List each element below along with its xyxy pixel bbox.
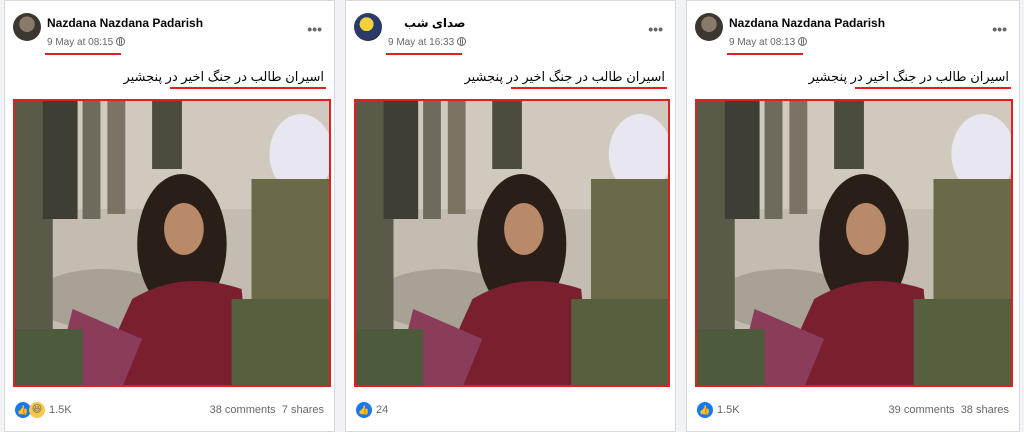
post-meta: 9 May at 08:13 (729, 37, 808, 48)
shares-count[interactable]: 7 shares (282, 404, 324, 416)
avatar[interactable] (695, 13, 723, 41)
more-options-button[interactable]: ••• (307, 21, 322, 37)
post-footer: 👍 😆 1.5K 38 comments 7 shares (5, 399, 334, 423)
avatar[interactable] (13, 13, 41, 41)
timestamp-highlight (45, 53, 121, 55)
post-footer: 👍 24 (346, 399, 675, 423)
post-card-3: Nazdana Nazdana Padarish 9 May at 08:13 … (686, 0, 1020, 432)
post-caption: اسیران طالب در جنگ اخیر در پنجشیر (123, 69, 324, 84)
reactions-count[interactable]: 1.5K (717, 404, 740, 416)
globe-icon (457, 37, 467, 46)
post-header: Nazdana Nazdana Padarish 9 May at 08:15 … (5, 1, 334, 61)
comments-count[interactable]: 39 comments (889, 404, 955, 416)
author-name[interactable]: Nazdana Nazdana Padarish (47, 16, 203, 30)
engagement-stats: 39 comments 38 shares (889, 404, 1009, 416)
haha-icon: 😆 (29, 402, 45, 418)
post-header: Nazdana Nazdana Padarish 9 May at 08:13 … (687, 1, 1019, 61)
post-timestamp[interactable]: 9 May at 08:15 (47, 37, 113, 48)
avatar[interactable] (354, 13, 382, 41)
reactions-count[interactable]: 24 (376, 404, 388, 416)
photo-highlight-box (13, 99, 331, 387)
post-timestamp[interactable]: 9 May at 16:33 (388, 37, 454, 48)
caption-highlight (511, 87, 667, 89)
reactions-count[interactable]: 1.5K (49, 404, 72, 416)
photo-highlight-box (695, 99, 1013, 387)
post-footer: 👍 1.5K 39 comments 38 shares (687, 399, 1019, 423)
post-meta: 9 May at 16:33 (388, 37, 467, 48)
post-header: صدای شب 9 May at 16:33 ••• (346, 1, 675, 61)
timestamp-highlight (386, 53, 462, 55)
photo-highlight-box (354, 99, 670, 387)
post-meta: 9 May at 08:15 (47, 37, 126, 48)
post-timestamp[interactable]: 9 May at 08:13 (729, 37, 795, 48)
globe-icon (798, 37, 808, 46)
shares-count[interactable]: 38 shares (961, 404, 1009, 416)
post-card-1: Nazdana Nazdana Padarish 9 May at 08:15 … (4, 0, 335, 432)
engagement-stats: 38 comments 7 shares (210, 404, 324, 416)
author-name[interactable]: صدای شب (404, 16, 465, 30)
more-options-button[interactable]: ••• (992, 21, 1007, 37)
like-icon: 👍 (356, 402, 372, 418)
like-icon: 👍 (697, 402, 713, 418)
caption-highlight (855, 87, 1011, 89)
author-name[interactable]: Nazdana Nazdana Padarish (729, 16, 885, 30)
timestamp-highlight (727, 53, 803, 55)
more-options-button[interactable]: ••• (648, 21, 663, 37)
caption-highlight (170, 87, 326, 89)
post-caption: اسیران طالب در جنگ اخیر در پنجشیر (464, 69, 665, 84)
post-caption: اسیران طالب در جنگ اخیر در پنجشیر (808, 69, 1009, 84)
globe-icon (116, 37, 126, 46)
post-card-2: صدای شب 9 May at 16:33 ••• اسیران طالب د… (345, 0, 676, 432)
comments-count[interactable]: 38 comments (210, 404, 276, 416)
